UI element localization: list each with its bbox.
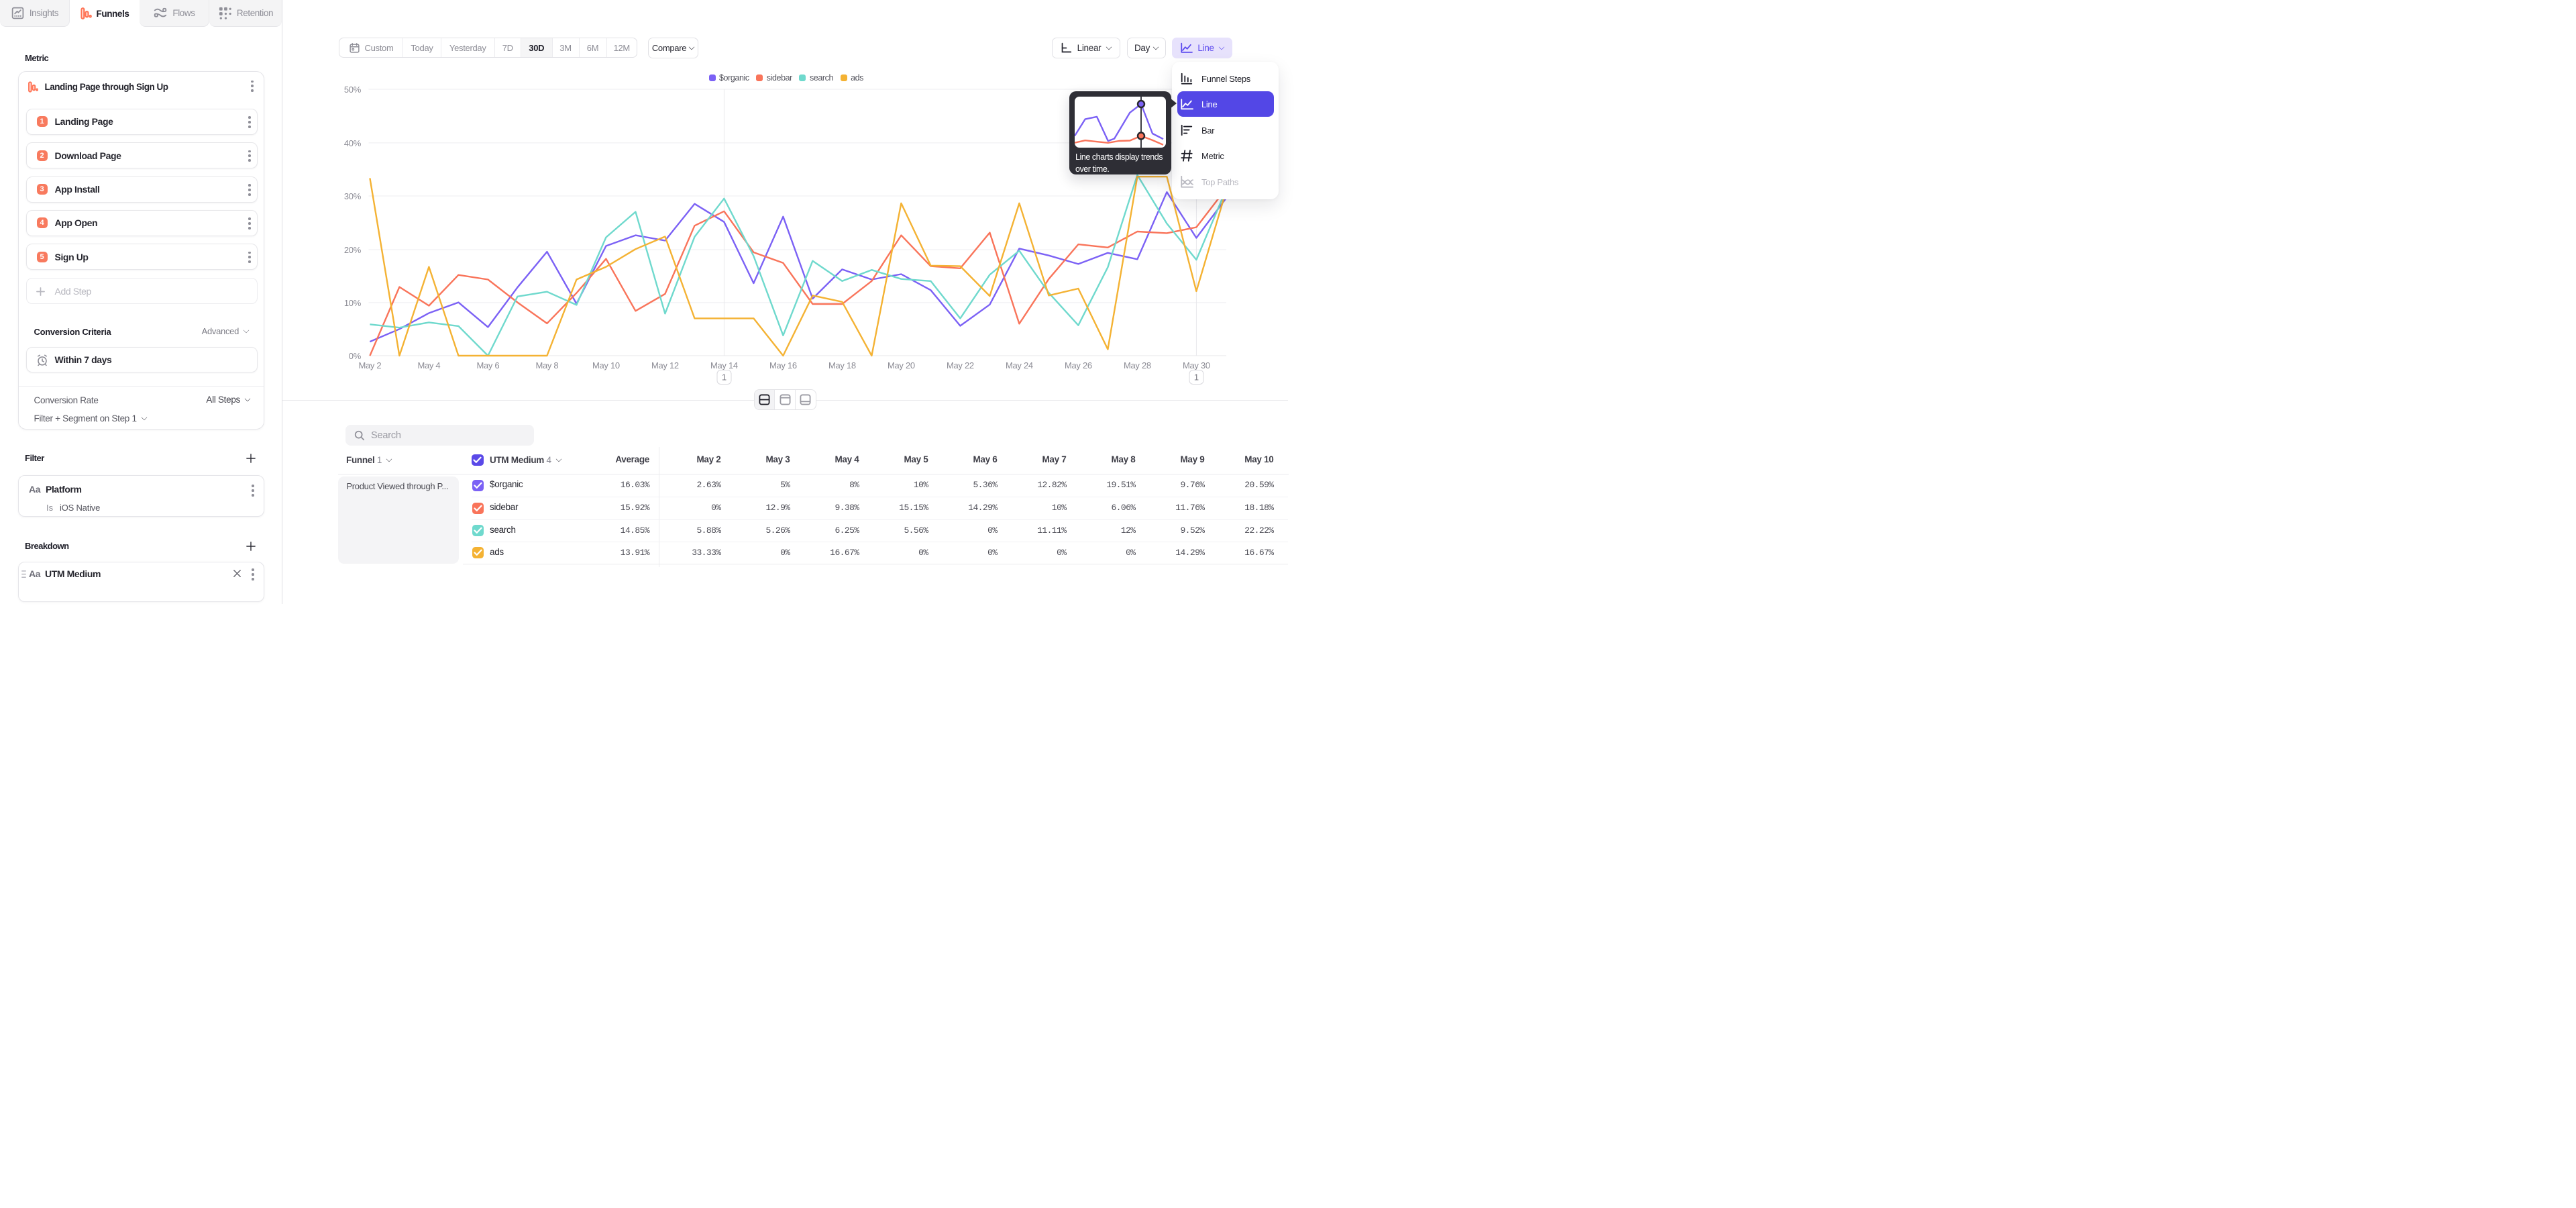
- svg-text:May 24: May 24: [1006, 360, 1033, 370]
- svg-text:May 28: May 28: [1124, 360, 1151, 370]
- svg-text:30%: 30%: [344, 191, 362, 201]
- svg-text:May 4: May 4: [417, 360, 440, 370]
- svg-text:May 2: May 2: [358, 360, 381, 370]
- svg-text:May 6: May 6: [476, 360, 499, 370]
- svg-text:May 22: May 22: [947, 360, 974, 370]
- svg-text:40%: 40%: [344, 138, 362, 148]
- svg-text:May 26: May 26: [1065, 360, 1092, 370]
- svg-text:50%: 50%: [344, 85, 362, 95]
- svg-text:10%: 10%: [344, 298, 362, 308]
- svg-text:May 18: May 18: [828, 360, 856, 370]
- svg-text:1: 1: [1194, 372, 1199, 383]
- svg-text:May 16: May 16: [769, 360, 797, 370]
- svg-text:May 14: May 14: [710, 360, 738, 370]
- svg-text:May 12: May 12: [651, 360, 679, 370]
- svg-text:20%: 20%: [344, 245, 362, 255]
- svg-text:May 8: May 8: [535, 360, 558, 370]
- svg-text:1: 1: [722, 372, 727, 383]
- svg-text:May 10: May 10: [592, 360, 620, 370]
- svg-text:0%: 0%: [349, 351, 362, 361]
- svg-text:May 20: May 20: [888, 360, 915, 370]
- svg-text:May 30: May 30: [1183, 360, 1210, 370]
